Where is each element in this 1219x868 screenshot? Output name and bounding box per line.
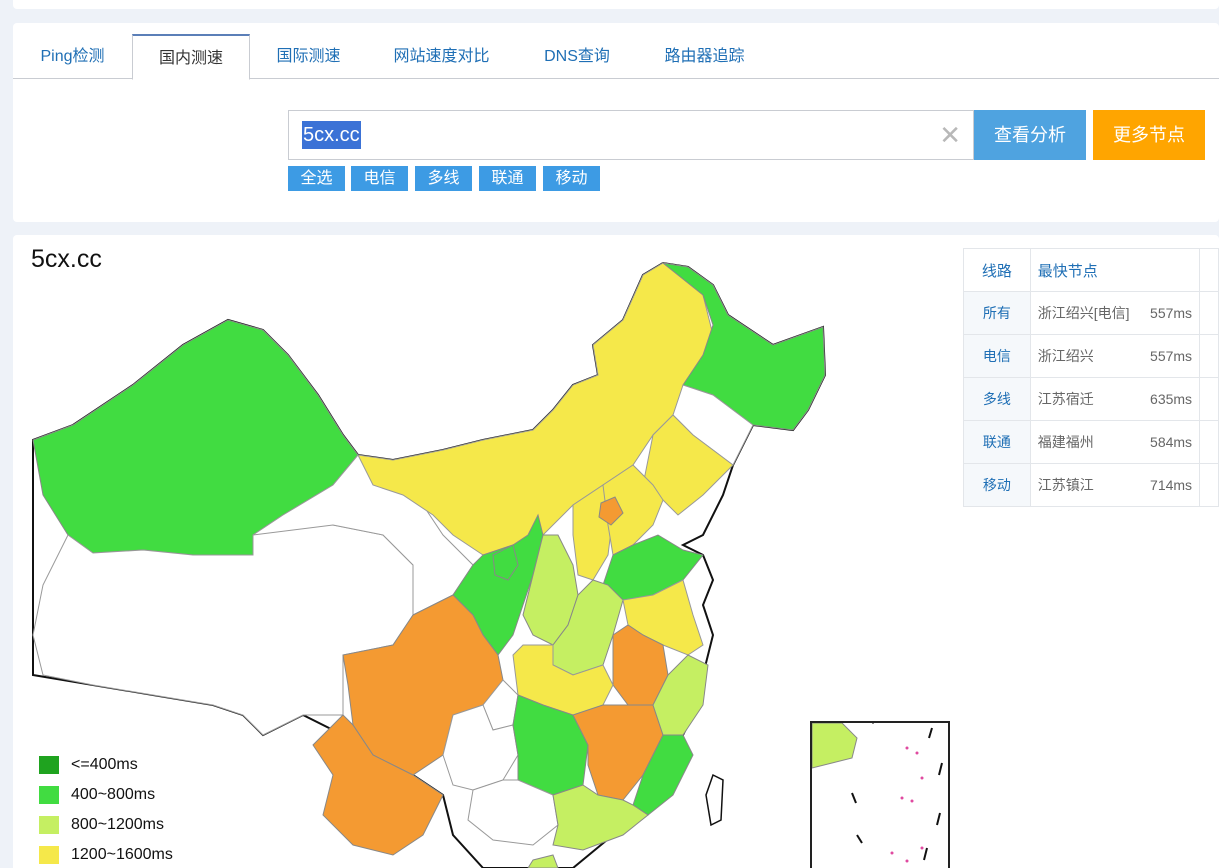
filter-multiline-button[interactable]: 多线 xyxy=(415,166,472,191)
legend-label: <=400ms xyxy=(71,756,138,773)
legend-label: 1200~1600ms xyxy=(71,846,173,863)
result-domain-title: 5cx.cc xyxy=(31,245,102,273)
table-cell-node: 江苏宿迁 635ms xyxy=(1029,377,1201,421)
column-header-line: 线路 xyxy=(963,248,1031,292)
domain-input[interactable]: 5cx.cc ✕ xyxy=(288,110,974,160)
filter-unicom-button[interactable]: 联通 xyxy=(479,166,536,191)
region-taiwan xyxy=(705,773,724,827)
table-cell-node: 浙江绍兴[电信] 557ms xyxy=(1029,291,1201,335)
inset-map xyxy=(812,723,943,863)
table-cell-line: 多线 xyxy=(963,377,1031,421)
table-row: 电信 浙江绍兴 557ms xyxy=(963,334,1219,378)
table-cell-node: 福建福州 584ms xyxy=(1029,420,1201,464)
tab-bar: Ping检测 国内测速 国际测速 网站速度对比 DNS查询 路由器追踪 xyxy=(13,34,1219,80)
column-header-fastest-node: 最快节点 xyxy=(1029,248,1201,292)
fastest-node-table: 线路 最快节点 所有 浙江绍兴[电信] 557ms 电信 浙江绍兴 557ms 多线… xyxy=(963,248,1219,507)
node-latency: 635ms xyxy=(1150,391,1193,407)
node-latency: 714ms xyxy=(1150,477,1193,493)
table-row: 联通 福建福州 584ms xyxy=(963,420,1219,464)
table-cell-line: 联通 xyxy=(963,420,1031,464)
legend-swatch xyxy=(39,846,59,864)
tab-traceroute[interactable]: 路由器追踪 xyxy=(643,34,766,79)
node-name: 浙江绍兴[电信] xyxy=(1037,305,1130,321)
node-name: 江苏宿迁 xyxy=(1037,391,1094,407)
legend-swatch xyxy=(39,786,59,804)
node-latency: 557ms xyxy=(1150,305,1193,321)
table-row: 移动 江苏镇江 714ms xyxy=(963,463,1219,507)
domain-input-value: 5cx.cc xyxy=(302,121,361,149)
filter-mobile-button[interactable]: 移动 xyxy=(543,166,600,191)
tab-site-compare[interactable]: 网站速度对比 xyxy=(373,34,510,79)
table-cell-extra xyxy=(1199,377,1219,421)
result-panel: 5cx.cc <=400ms 400~800ms 800~1200ms 1200… xyxy=(13,235,1219,868)
legend-label: 400~800ms xyxy=(71,786,156,803)
table-row: 所有 浙江绍兴[电信] 557ms xyxy=(963,291,1219,335)
filter-telecom-button[interactable]: 电信 xyxy=(351,166,408,191)
node-name: 江苏镇江 xyxy=(1037,477,1094,493)
top-panel-edge xyxy=(13,0,1219,9)
close-icon[interactable]: ✕ xyxy=(939,120,961,150)
legend-swatch xyxy=(39,756,59,774)
filter-all-button[interactable]: 全选 xyxy=(288,166,345,191)
table-cell-node: 江苏镇江 714ms xyxy=(1029,463,1201,507)
tab-dns-query[interactable]: DNS查询 xyxy=(518,34,636,79)
node-name: 浙江绍兴 xyxy=(1037,348,1094,364)
legend-label: 800~1200ms xyxy=(71,816,164,833)
table-cell-extra xyxy=(1199,248,1219,292)
south-china-sea-inset xyxy=(810,721,950,868)
table-cell-extra xyxy=(1199,463,1219,507)
table-header-row: 线路 最快节点 xyxy=(963,248,1219,292)
node-latency: 584ms xyxy=(1150,434,1193,450)
table-cell-extra xyxy=(1199,334,1219,378)
node-latency: 557ms xyxy=(1150,348,1193,364)
more-nodes-button[interactable]: 更多节点 xyxy=(1093,110,1205,160)
test-panel: Ping检测 国内测速 国际测速 网站速度对比 DNS查询 路由器追踪 5cx.… xyxy=(13,23,1219,222)
table-cell-extra xyxy=(1199,420,1219,464)
table-cell-line: 所有 xyxy=(963,291,1031,335)
table-cell-node: 浙江绍兴 557ms xyxy=(1029,334,1201,378)
tab-ping[interactable]: Ping检测 xyxy=(13,34,132,79)
tab-domestic-speed[interactable]: 国内测速 xyxy=(132,34,250,80)
legend-swatch xyxy=(39,816,59,834)
table-cell-extra xyxy=(1199,291,1219,335)
tab-international-speed[interactable]: 国际测速 xyxy=(250,34,367,79)
table-cell-line: 移动 xyxy=(963,463,1031,507)
table-row: 多线 江苏宿迁 635ms xyxy=(963,377,1219,421)
node-name: 福建福州 xyxy=(1037,434,1094,450)
analyze-button[interactable]: 查看分析 xyxy=(974,110,1086,160)
table-cell-line: 电信 xyxy=(963,334,1031,378)
